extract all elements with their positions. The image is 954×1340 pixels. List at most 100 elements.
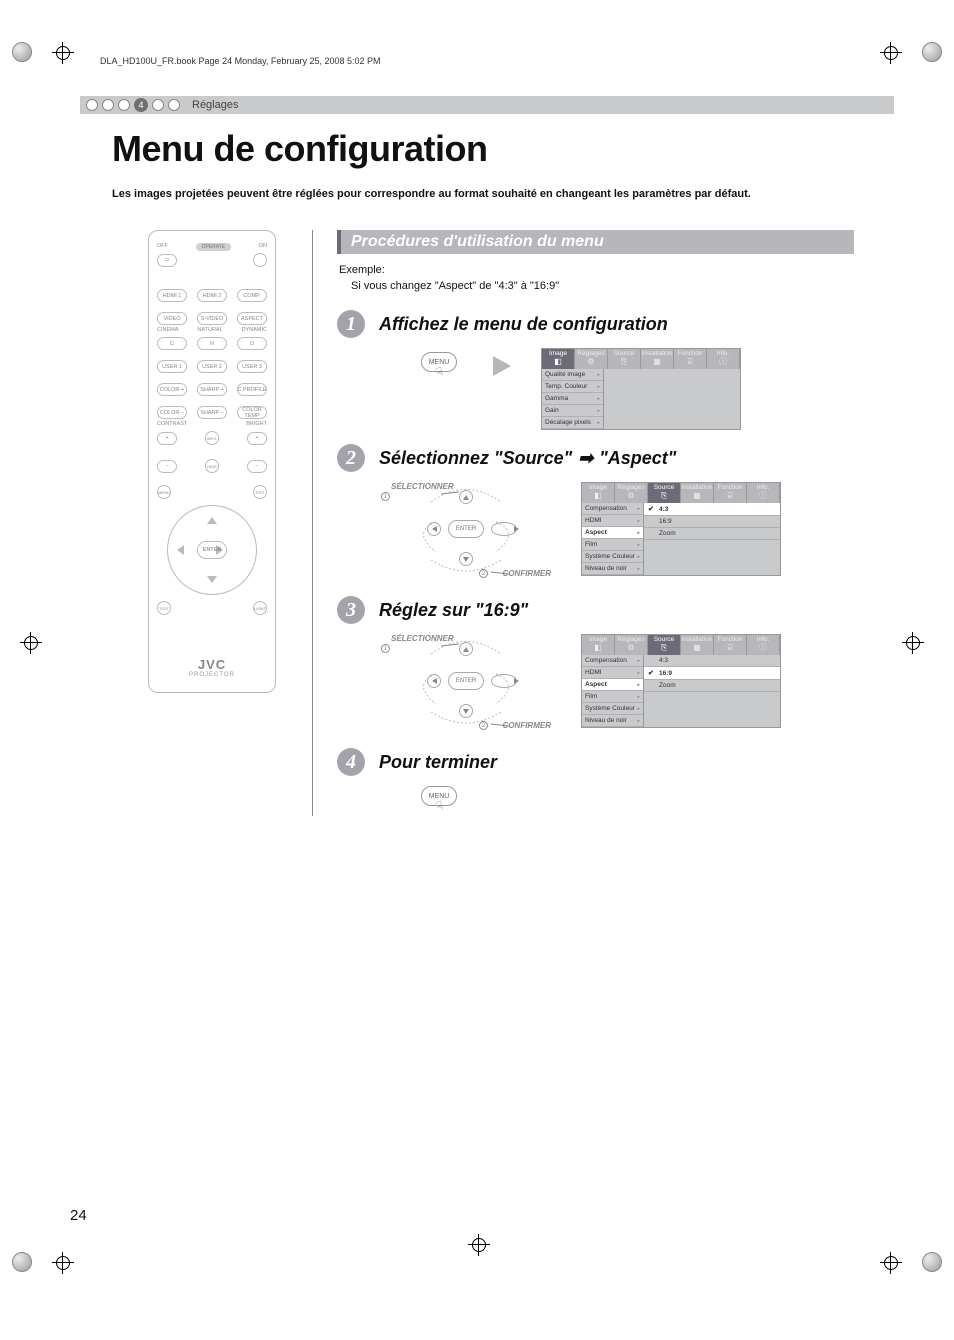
osd-tab[interactable]: Réglages⚙: [615, 635, 648, 655]
tab-icon: ⌸: [714, 491, 746, 501]
remote-off-button[interactable]: ▭: [157, 254, 177, 267]
osd-menu-item[interactable]: Système Couleur▸: [582, 703, 643, 715]
osd-menu-item[interactable]: Niveau de noir▸: [582, 715, 643, 727]
osd-tab[interactable]: Installation▦: [681, 483, 714, 503]
osd-menu-item[interactable]: HDMI▸: [582, 515, 643, 527]
remote-user1[interactable]: USER 1: [157, 360, 187, 373]
tab-icon: ▦: [641, 357, 673, 367]
menu-button[interactable]: MENU☟: [421, 786, 457, 806]
step-1: 1 Affichez le menu de configuration: [337, 310, 854, 338]
tab-icon: ⓘ: [747, 643, 779, 653]
breadcrumb-step-num: 4: [134, 98, 148, 112]
remote-on-button[interactable]: [253, 253, 267, 267]
osd-tab[interactable]: Source⎘: [648, 483, 681, 503]
osd-panel-3: Image◧Réglages⚙Source⎘Installation▦Fonct…: [581, 634, 781, 728]
dpad-right[interactable]: [491, 674, 517, 688]
remote-sharp-plus[interactable]: SHARP +: [197, 383, 227, 396]
remote-colortemp[interactable]: COLOR TEMP: [237, 406, 267, 419]
remote-aspect[interactable]: ASPECT: [237, 312, 267, 325]
osd-menu-item[interactable]: Gain▸: [542, 405, 603, 417]
osd-tab[interactable]: Image◧: [582, 635, 615, 655]
remote-cprofile[interactable]: C.PROFILE: [237, 383, 267, 396]
osd-tab[interactable]: Image◧: [542, 349, 575, 369]
remote-cinema[interactable]: C: [157, 337, 187, 350]
osd-tab[interactable]: Fonction⌸: [714, 635, 747, 655]
remote-contrast-minus[interactable]: −: [157, 460, 177, 473]
remote-color-minus[interactable]: COLOR −: [157, 406, 187, 419]
osd-menu-item[interactable]: HDMI▸: [582, 667, 643, 679]
remote-sharp-minus[interactable]: SHARP −: [197, 406, 227, 419]
crop-mark: [12, 632, 48, 668]
osd-tab[interactable]: Info.ⓘ: [707, 349, 740, 369]
remote-bright-minus[interactable]: −: [247, 460, 267, 473]
remote-test[interactable]: TEST: [157, 601, 171, 615]
osd-menu-item[interactable]: Niveau de noir▸: [582, 563, 643, 575]
remote-control: OFF OPERATE ON ▭ HDMI 1HDMI 2COMP. VIDEO…: [148, 230, 276, 693]
dpad-down[interactable]: [459, 704, 473, 718]
osd-menu-item[interactable]: Temp. Couleur▸: [542, 381, 603, 393]
osd-tab[interactable]: Installation▦: [681, 635, 714, 655]
osd-value-item[interactable]: ✔4:3: [644, 503, 780, 516]
enter-button[interactable]: ENTER: [448, 520, 484, 538]
remote-dynamic[interactable]: D: [237, 337, 267, 350]
osd-tab[interactable]: Image◧: [582, 483, 615, 503]
osd-value-item[interactable]: ✔16:9: [644, 667, 780, 680]
remote-dpad[interactable]: ENTER: [167, 505, 257, 595]
pointer-icon: ☟: [434, 798, 446, 814]
remote-user2[interactable]: USER 2: [197, 360, 227, 373]
osd-tab[interactable]: Réglages⚙: [615, 483, 648, 503]
menu-button[interactable]: MENU☟: [421, 352, 457, 372]
dpad-left[interactable]: [427, 674, 441, 688]
enter-button[interactable]: ENTER: [448, 672, 484, 690]
osd-tab[interactable]: Fonction⌸: [674, 349, 707, 369]
osd-menu-item[interactable]: Qualité image▸: [542, 369, 603, 381]
remote-contrast-plus[interactable]: +: [157, 432, 177, 445]
remote-menu[interactable]: MENU: [157, 485, 171, 499]
osd-tab[interactable]: Fonction⌸: [714, 483, 747, 503]
remote-hide[interactable]: HIDE: [205, 459, 219, 473]
osd-value-item[interactable]: Zoom: [644, 680, 780, 692]
step-num-4: 4: [337, 748, 365, 776]
osd-tab[interactable]: Source⎘: [648, 635, 681, 655]
osd-menu-item[interactable]: Aspect▸: [582, 679, 643, 691]
remote-info[interactable]: INFO.: [205, 431, 219, 445]
osd-value-item[interactable]: 4:3: [644, 655, 780, 667]
remote-user3[interactable]: USER 3: [237, 360, 267, 373]
osd-tab[interactable]: Réglages⚙: [575, 349, 608, 369]
remote-video[interactable]: VIDEO: [157, 312, 187, 325]
osd-tab[interactable]: Info.ⓘ: [747, 483, 780, 503]
remote-hdmi2[interactable]: HDMI 2: [197, 289, 227, 302]
tab-icon: ⚙: [575, 357, 607, 367]
osd-value-item[interactable]: Zoom: [644, 528, 780, 540]
remote-brand: JVC: [157, 657, 267, 672]
remote-natural[interactable]: N: [197, 337, 227, 350]
osd-menu-item[interactable]: Compensation▸: [582, 503, 643, 515]
osd-tab[interactable]: Info.ⓘ: [747, 635, 780, 655]
remote-svideo[interactable]: S-VIDEO: [197, 312, 227, 325]
remote-exit[interactable]: EXIT: [253, 485, 267, 499]
osd-menu-item[interactable]: Film▸: [582, 691, 643, 703]
remote-hdmi1[interactable]: HDMI 1: [157, 289, 187, 302]
remote-comp[interactable]: COMP.: [237, 289, 267, 302]
osd-menu-item[interactable]: Aspect▸: [582, 527, 643, 539]
remote-color-plus[interactable]: COLOR +: [157, 383, 187, 396]
step-title-3: Réglez sur "16:9": [379, 600, 528, 621]
osd-tab[interactable]: Installation▦: [641, 349, 674, 369]
dpad-left[interactable]: [427, 522, 441, 536]
osd-menu-item[interactable]: Système Couleur▸: [582, 551, 643, 563]
dpad-up[interactable]: [459, 642, 473, 656]
osd-menu-item[interactable]: Compensation▸: [582, 655, 643, 667]
osd-tab[interactable]: Source⎘: [608, 349, 641, 369]
dpad-right[interactable]: [491, 522, 517, 536]
osd-menu-item[interactable]: Film▸: [582, 539, 643, 551]
crop-mark: [12, 1244, 48, 1280]
osd-menu-item[interactable]: Gamma▸: [542, 393, 603, 405]
remote-light[interactable]: LIGHT: [253, 601, 267, 615]
osd-menu-item[interactable]: Décalage pixels▸: [542, 417, 603, 429]
crop-mark: [894, 632, 930, 668]
remote-bright-plus[interactable]: +: [247, 432, 267, 445]
dpad-up[interactable]: [459, 490, 473, 504]
osd-value-item[interactable]: 16:9: [644, 516, 780, 528]
dpad-down[interactable]: [459, 552, 473, 566]
remote-enter[interactable]: ENTER: [197, 541, 227, 559]
